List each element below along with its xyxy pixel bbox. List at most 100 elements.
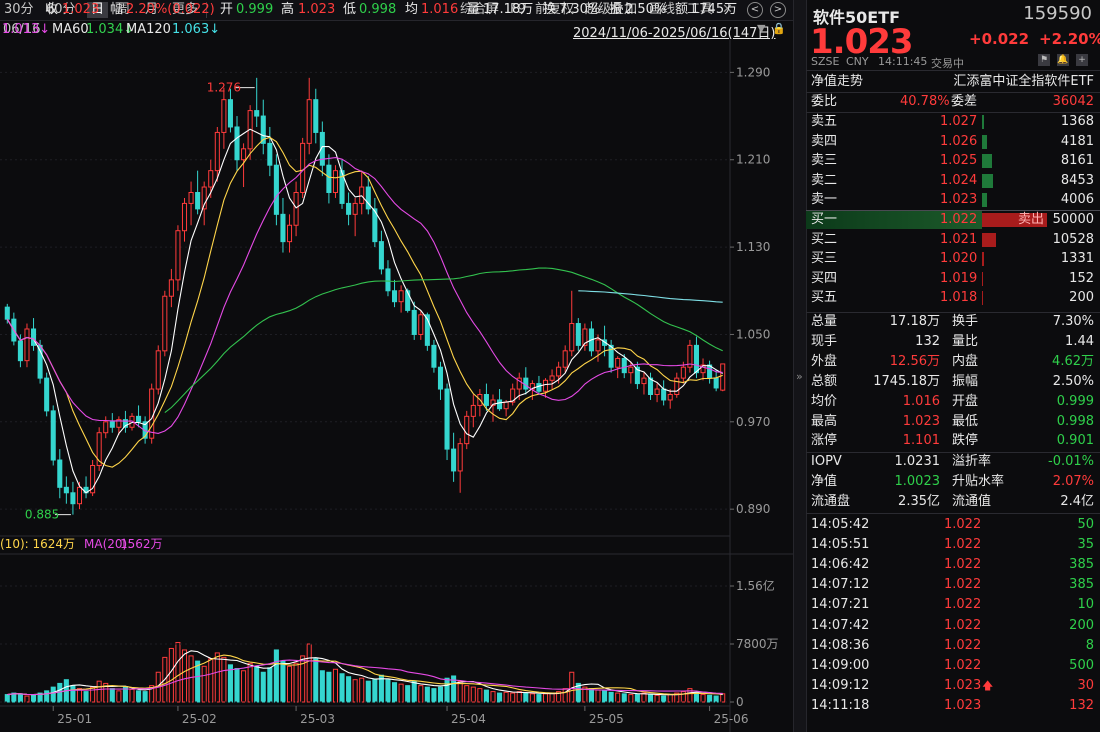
open-value: 0.999	[236, 2, 274, 17]
volume-bar	[70, 685, 76, 703]
volume-label: 量	[467, 2, 481, 17]
volume-bar	[405, 685, 411, 703]
candle	[188, 191, 194, 204]
candle	[431, 344, 437, 368]
tick-row[interactable]: 14:11:18 1.023 132	[806, 696, 1100, 716]
candle	[720, 363, 726, 391]
panel-splitter[interactable]: »	[793, 0, 807, 732]
flag-icon[interactable]: ⚑	[1038, 54, 1050, 66]
bell-icon[interactable]: 🔔	[1057, 54, 1069, 66]
volume-bar	[608, 691, 614, 703]
volume-bar	[707, 694, 713, 703]
stat-row: IOPV 1.0231 溢折率 -0.01%	[806, 452, 1100, 472]
tick-row[interactable]: 14:05:42 1.022 50	[806, 515, 1100, 535]
stat-value: 1.44	[1065, 333, 1094, 349]
candle	[214, 131, 220, 172]
stat-value: 1.0231	[894, 454, 941, 469]
candle	[332, 170, 338, 193]
candle	[155, 350, 161, 390]
bid-volume: 50000	[1052, 212, 1094, 227]
depth-bar	[982, 271, 983, 286]
bid-row[interactable]: 买二 1.021 10528	[806, 230, 1100, 250]
ma60-label: MA60	[52, 22, 89, 37]
period-30min-button[interactable]: 30分	[4, 2, 34, 18]
high-value: 1.023	[298, 2, 336, 17]
ask-row[interactable]: 卖五 1.027 1368	[806, 112, 1100, 132]
tick-price: 1.022	[944, 577, 982, 593]
tick-row[interactable]: 14:07:12 1.022 385	[806, 575, 1100, 595]
tick-row[interactable]: 14:09:00 1.022 500	[806, 656, 1100, 676]
candle	[346, 202, 352, 215]
depth-bar	[982, 252, 984, 267]
tick-row[interactable]: 14:06:42 1.022 385	[806, 555, 1100, 575]
bid-volume: 10528	[1052, 231, 1094, 247]
candle	[523, 377, 529, 390]
price-change: +0.022	[969, 30, 1030, 48]
ask-row[interactable]: 卖四 1.026 4181	[806, 132, 1100, 152]
range-dropdown-icon[interactable]: ▼	[757, 22, 765, 35]
candle	[293, 191, 299, 226]
tick-row[interactable]: 14:07:42 1.022 200	[806, 616, 1100, 636]
stat-value: -0.01%	[1048, 454, 1094, 469]
tick-row[interactable]: 14:09:12 1.023 🡅 30	[806, 676, 1100, 696]
price-axis: 1.290 1.210 1.130 1.050 0.970 0.890	[730, 65, 770, 516]
bid-row[interactable]: 买一 1.022 卖出 50000	[806, 210, 1100, 230]
prev-icon[interactable]: <	[747, 2, 763, 18]
ma120-label: MA120	[126, 22, 171, 37]
tick-price: 1.022	[944, 617, 982, 633]
candle	[667, 394, 673, 401]
ask-row[interactable]: 卖一 1.023 4006	[806, 190, 1100, 210]
bid-price: 1.018	[940, 290, 978, 306]
tick-volume: 385	[1069, 557, 1094, 573]
volume-bar	[319, 670, 325, 703]
tick-row[interactable]: 14:07:21 1.022 10	[806, 595, 1100, 615]
stat-label: 外盘	[811, 353, 838, 369]
ask-price: 1.026	[940, 133, 978, 149]
amount-value: 1745万	[691, 2, 738, 17]
next-icon[interactable]: >	[770, 2, 786, 18]
price-tick-label: 1.290	[736, 65, 770, 79]
depth-bar	[982, 232, 996, 247]
date-range[interactable]: 2024/11/06-2025/06/16(147日)	[573, 22, 776, 41]
candle	[647, 377, 654, 396]
volume-bar	[654, 694, 660, 703]
candle	[359, 186, 365, 204]
candle	[352, 202, 358, 215]
ma-short-value: 1.013↓	[2, 22, 51, 37]
tick-price: 1.022	[944, 517, 982, 532]
volume-bar	[313, 658, 319, 703]
stat-row: 涨停 1.101 跌停 0.901	[806, 431, 1100, 451]
lock-icon[interactable]: 🔒	[772, 22, 786, 35]
price-change-pct: +2.20%	[1039, 30, 1100, 48]
tick-row[interactable]: 14:05:51 1.022 35	[806, 535, 1100, 555]
close-value: 1.023	[62, 2, 100, 17]
price-tick-label: 1.050	[736, 327, 770, 341]
ask-row[interactable]: 卖三 1.025 8161	[806, 151, 1100, 171]
tick-time: 14:05:51	[811, 537, 870, 553]
kline-chart[interactable]: 1.290 1.210 1.130 1.050 0.970 0.890 1.276 0.88…	[0, 40, 793, 732]
ask-level-label: 卖三	[811, 153, 838, 169]
ask-row[interactable]: 卖二 1.024 8453	[806, 171, 1100, 191]
chevron-right-icon[interactable]: »	[796, 370, 803, 383]
stat-row: 流通盘 2.35亿 流通值 2.4亿	[806, 492, 1100, 512]
nav-trend-row[interactable]: 净值走势 汇添富中证全指软件ETF	[806, 72, 1100, 92]
candle	[109, 421, 115, 428]
bid-row[interactable]: 买四 1.019 152	[806, 269, 1100, 289]
candle	[168, 279, 174, 297]
ma5-line	[6, 128, 723, 494]
candle	[464, 415, 470, 445]
candle	[181, 202, 188, 232]
nav-trend-label[interactable]: 净值走势	[811, 72, 863, 92]
bid-row[interactable]: 买五 1.018 200	[806, 288, 1100, 308]
ask-volume: 1368	[1060, 114, 1094, 129]
plus-icon[interactable]: +	[1076, 54, 1088, 66]
candle	[713, 377, 719, 389]
up-arrow-icon: 🡅	[982, 678, 994, 692]
tick-row[interactable]: 14:08:36 1.022 8	[806, 636, 1100, 656]
candle	[451, 448, 457, 472]
tick-volume: 35	[1077, 537, 1094, 553]
bid-row[interactable]: 买三 1.020 1331	[806, 249, 1100, 269]
candle	[556, 366, 562, 377]
candle	[437, 366, 444, 390]
candle	[280, 213, 286, 243]
